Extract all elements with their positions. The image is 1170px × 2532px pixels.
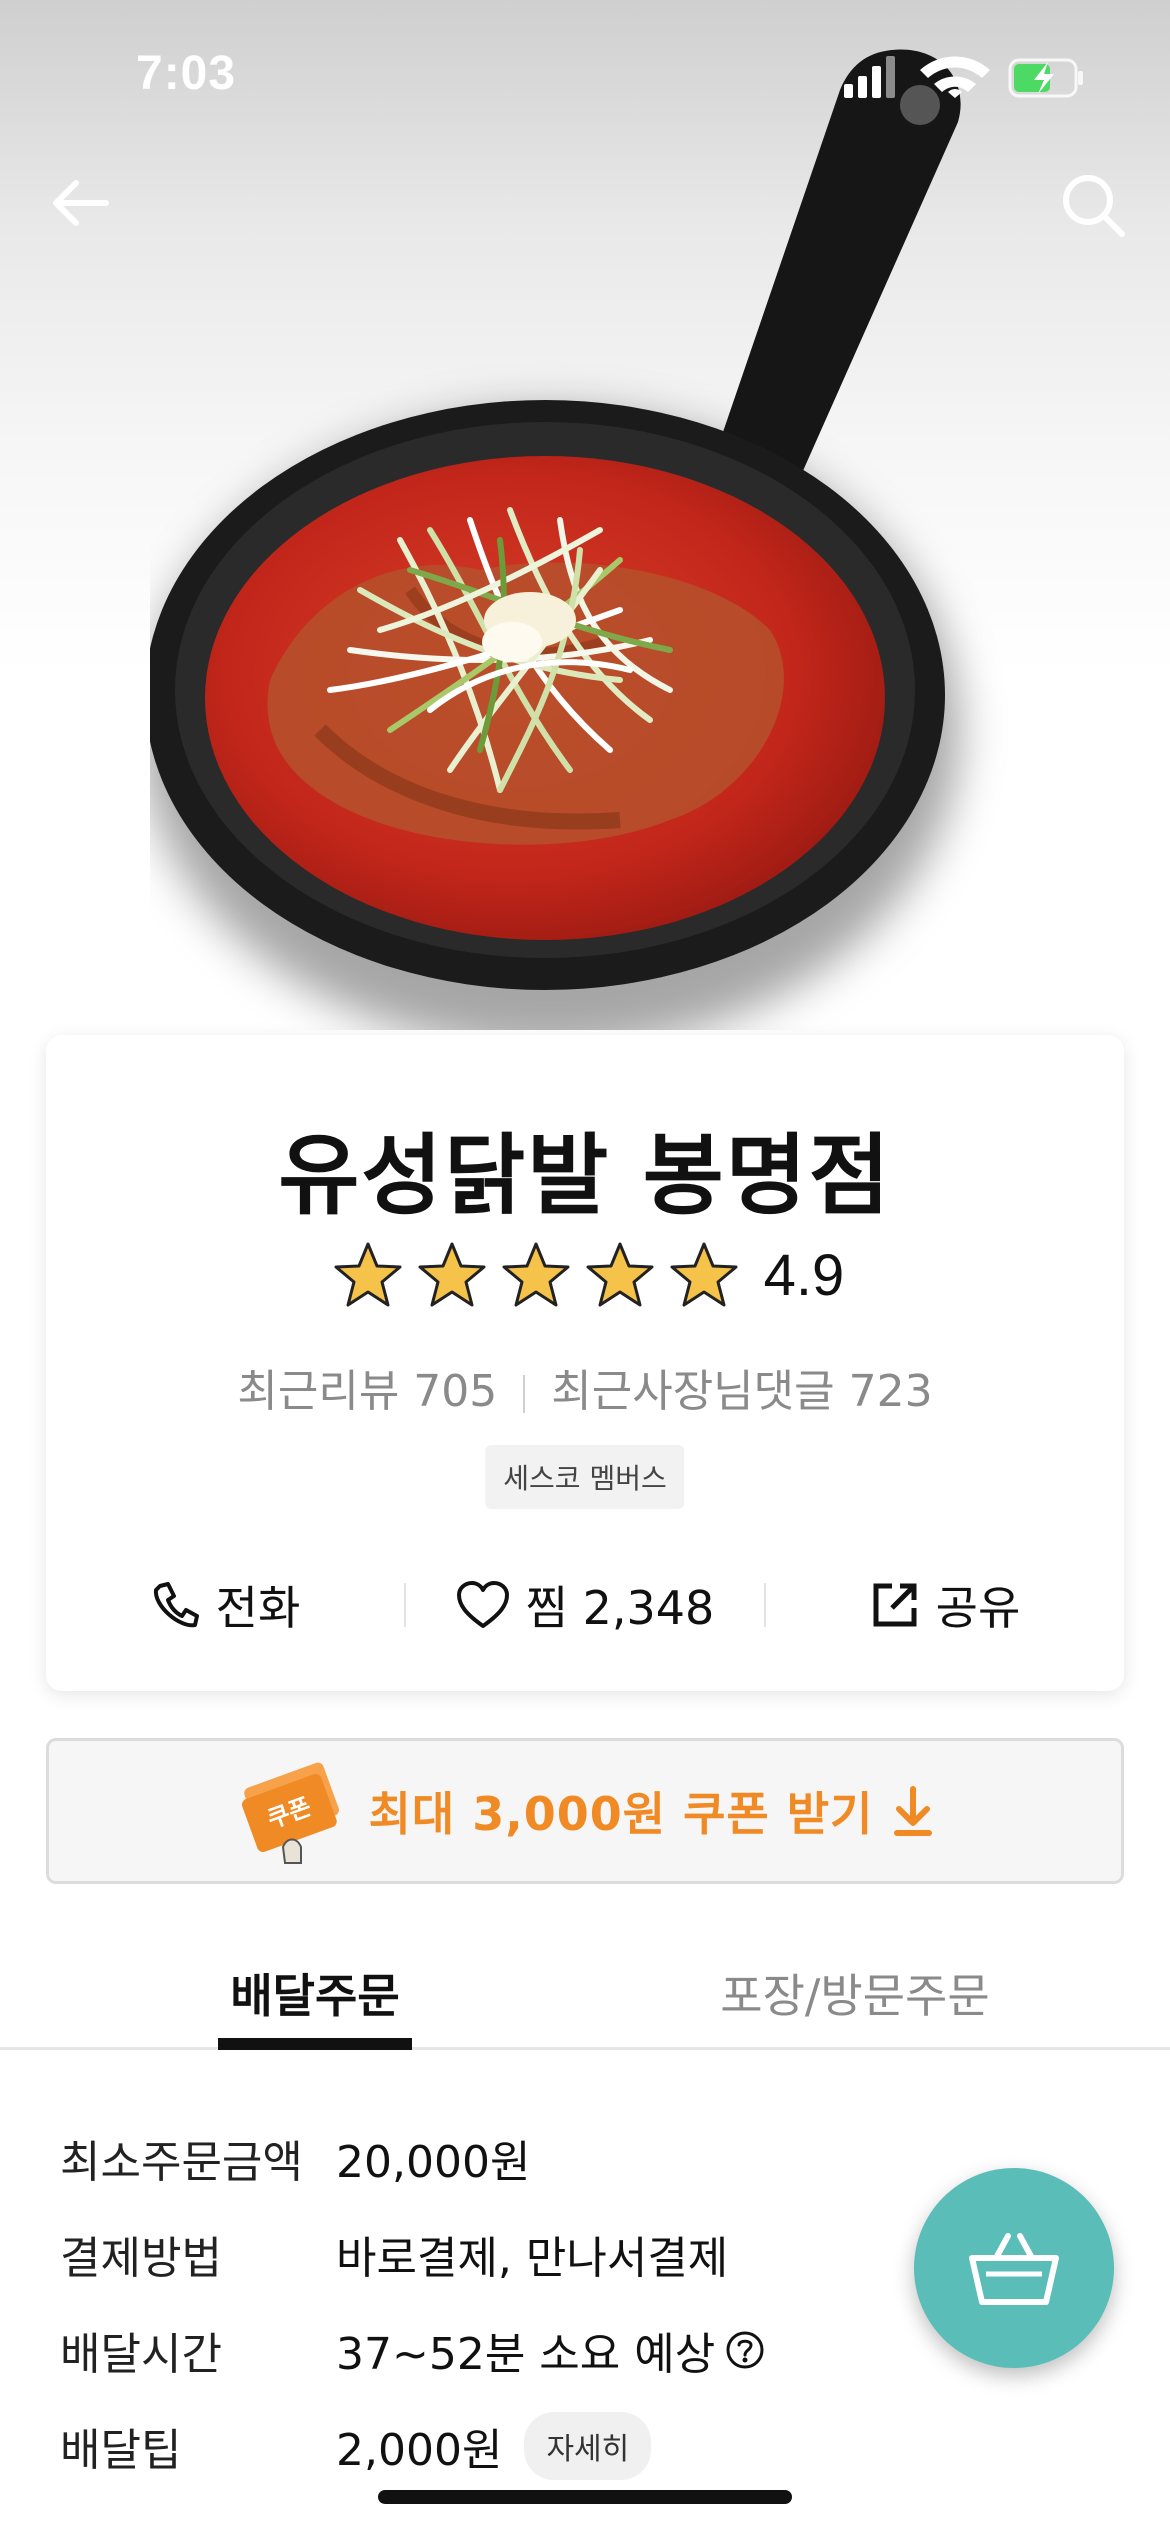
star-icon [586,1242,654,1307]
share-label: 공유 [935,1581,1021,1635]
payment-label: 결제방법 [60,2233,222,2284]
basket-icon [969,2233,1059,2305]
status-time: 7:03 [136,47,237,100]
hero-image-area: 7:03 [0,0,1170,1035]
review-stats[interactable]: 최근리뷰 705 최근사장님댓글 723 [46,1355,1124,1419]
delivery-time-value: 37~52분 소요 예상 [336,2329,716,2380]
status-icons [844,56,1083,98]
home-indicator [378,2490,792,2504]
coupon-ticket-icon: 쿠폰 [241,1762,339,1864]
delivery-tip-value: 2,000원 [336,2425,503,2476]
question-icon[interactable] [725,2330,765,2370]
delivery-tip-value-wrap: 2,000원 자세히 [336,2412,652,2480]
status-bar: 7:03 [0,0,1170,150]
share-button[interactable]: 공유 [766,1572,1124,1638]
rating-row: 4.9 [46,1240,1124,1310]
coupon-banner[interactable]: 쿠폰 최대 3,000원 쿠폰 받기 [46,1738,1124,1884]
min-order-value: 20,000원 [336,2137,531,2188]
active-tab-indicator [218,2038,412,2050]
store-name: 유성닭발 봉명점 [278,1124,892,1227]
delivery-info: 최소주문금액 20,000원 결제방법 바로결제, 만나서결제 배달시간 37~… [60,2110,960,2494]
delivery-time-label: 배달시간 [60,2329,222,2380]
wifi-icon [920,56,990,98]
search-icon[interactable] [1056,168,1130,242]
phone-icon [153,1582,199,1628]
star-icon [418,1242,486,1307]
coupon-label[interactable]: 최대 3,000원 쿠폰 받기 [369,1778,874,1844]
delivery-time-row: 배달시간 37~52분 소요 예상 [60,2302,960,2398]
download-arrow-icon [894,1786,933,1836]
delivery-tip-label: 배달팁 [60,2425,182,2476]
cart-button[interactable] [914,2168,1114,2368]
delivery-time-value-wrap: 37~52분 소요 예상 [336,2318,765,2382]
tab-delivery-order[interactable]: 배달주문 [220,1960,410,2026]
min-order-label: 최소주문금액 [60,2137,303,2188]
detail-button[interactable]: 자세히 [524,2412,652,2480]
star-icon [670,1242,738,1307]
min-order-row: 최소주문금액 20,000원 [60,2110,960,2206]
tab-pickup-order[interactable]: 포장/방문주문 [720,1960,990,2026]
delivery-tip-row: 배달팁 2,000원 자세히 [60,2398,960,2494]
order-tabs: 배달주문 포장/방문주문 [0,1920,1170,2050]
owner-replies-count[interactable]: 최근사장님댓글 723 [551,1366,932,1417]
share-icon [873,1583,917,1627]
like-button[interactable]: 찜 2,348 [406,1572,764,1638]
payment-value: 바로결제, 만나서결제 [336,2233,729,2284]
heart-icon [456,1581,509,1628]
call-label: 전화 [215,1581,301,1635]
store-info-card: 유성닭발 봉명점 4.9 최근리뷰 705 최근사장님댓글 723 세스코 멤버스… [46,1035,1124,1691]
star-icon [334,1242,402,1307]
star-icon [502,1242,570,1307]
action-row: 전화 찜 2,348 공유 [46,1565,1124,1645]
cesco-badge: 세스코 멤버스 [485,1445,685,1509]
payment-row: 결제방법 바로결제, 만나서결제 [60,2206,960,2302]
rating-value: 4.9 [763,1242,845,1308]
back-icon[interactable] [46,168,116,238]
recent-reviews-count[interactable]: 최근리뷰 705 [237,1366,497,1417]
food-photo-skillet [150,49,961,1030]
like-label: 찜 2,348 [525,1581,715,1635]
call-button[interactable]: 전화 [46,1572,404,1638]
divider [523,1375,526,1413]
signal-icon [844,84,853,98]
